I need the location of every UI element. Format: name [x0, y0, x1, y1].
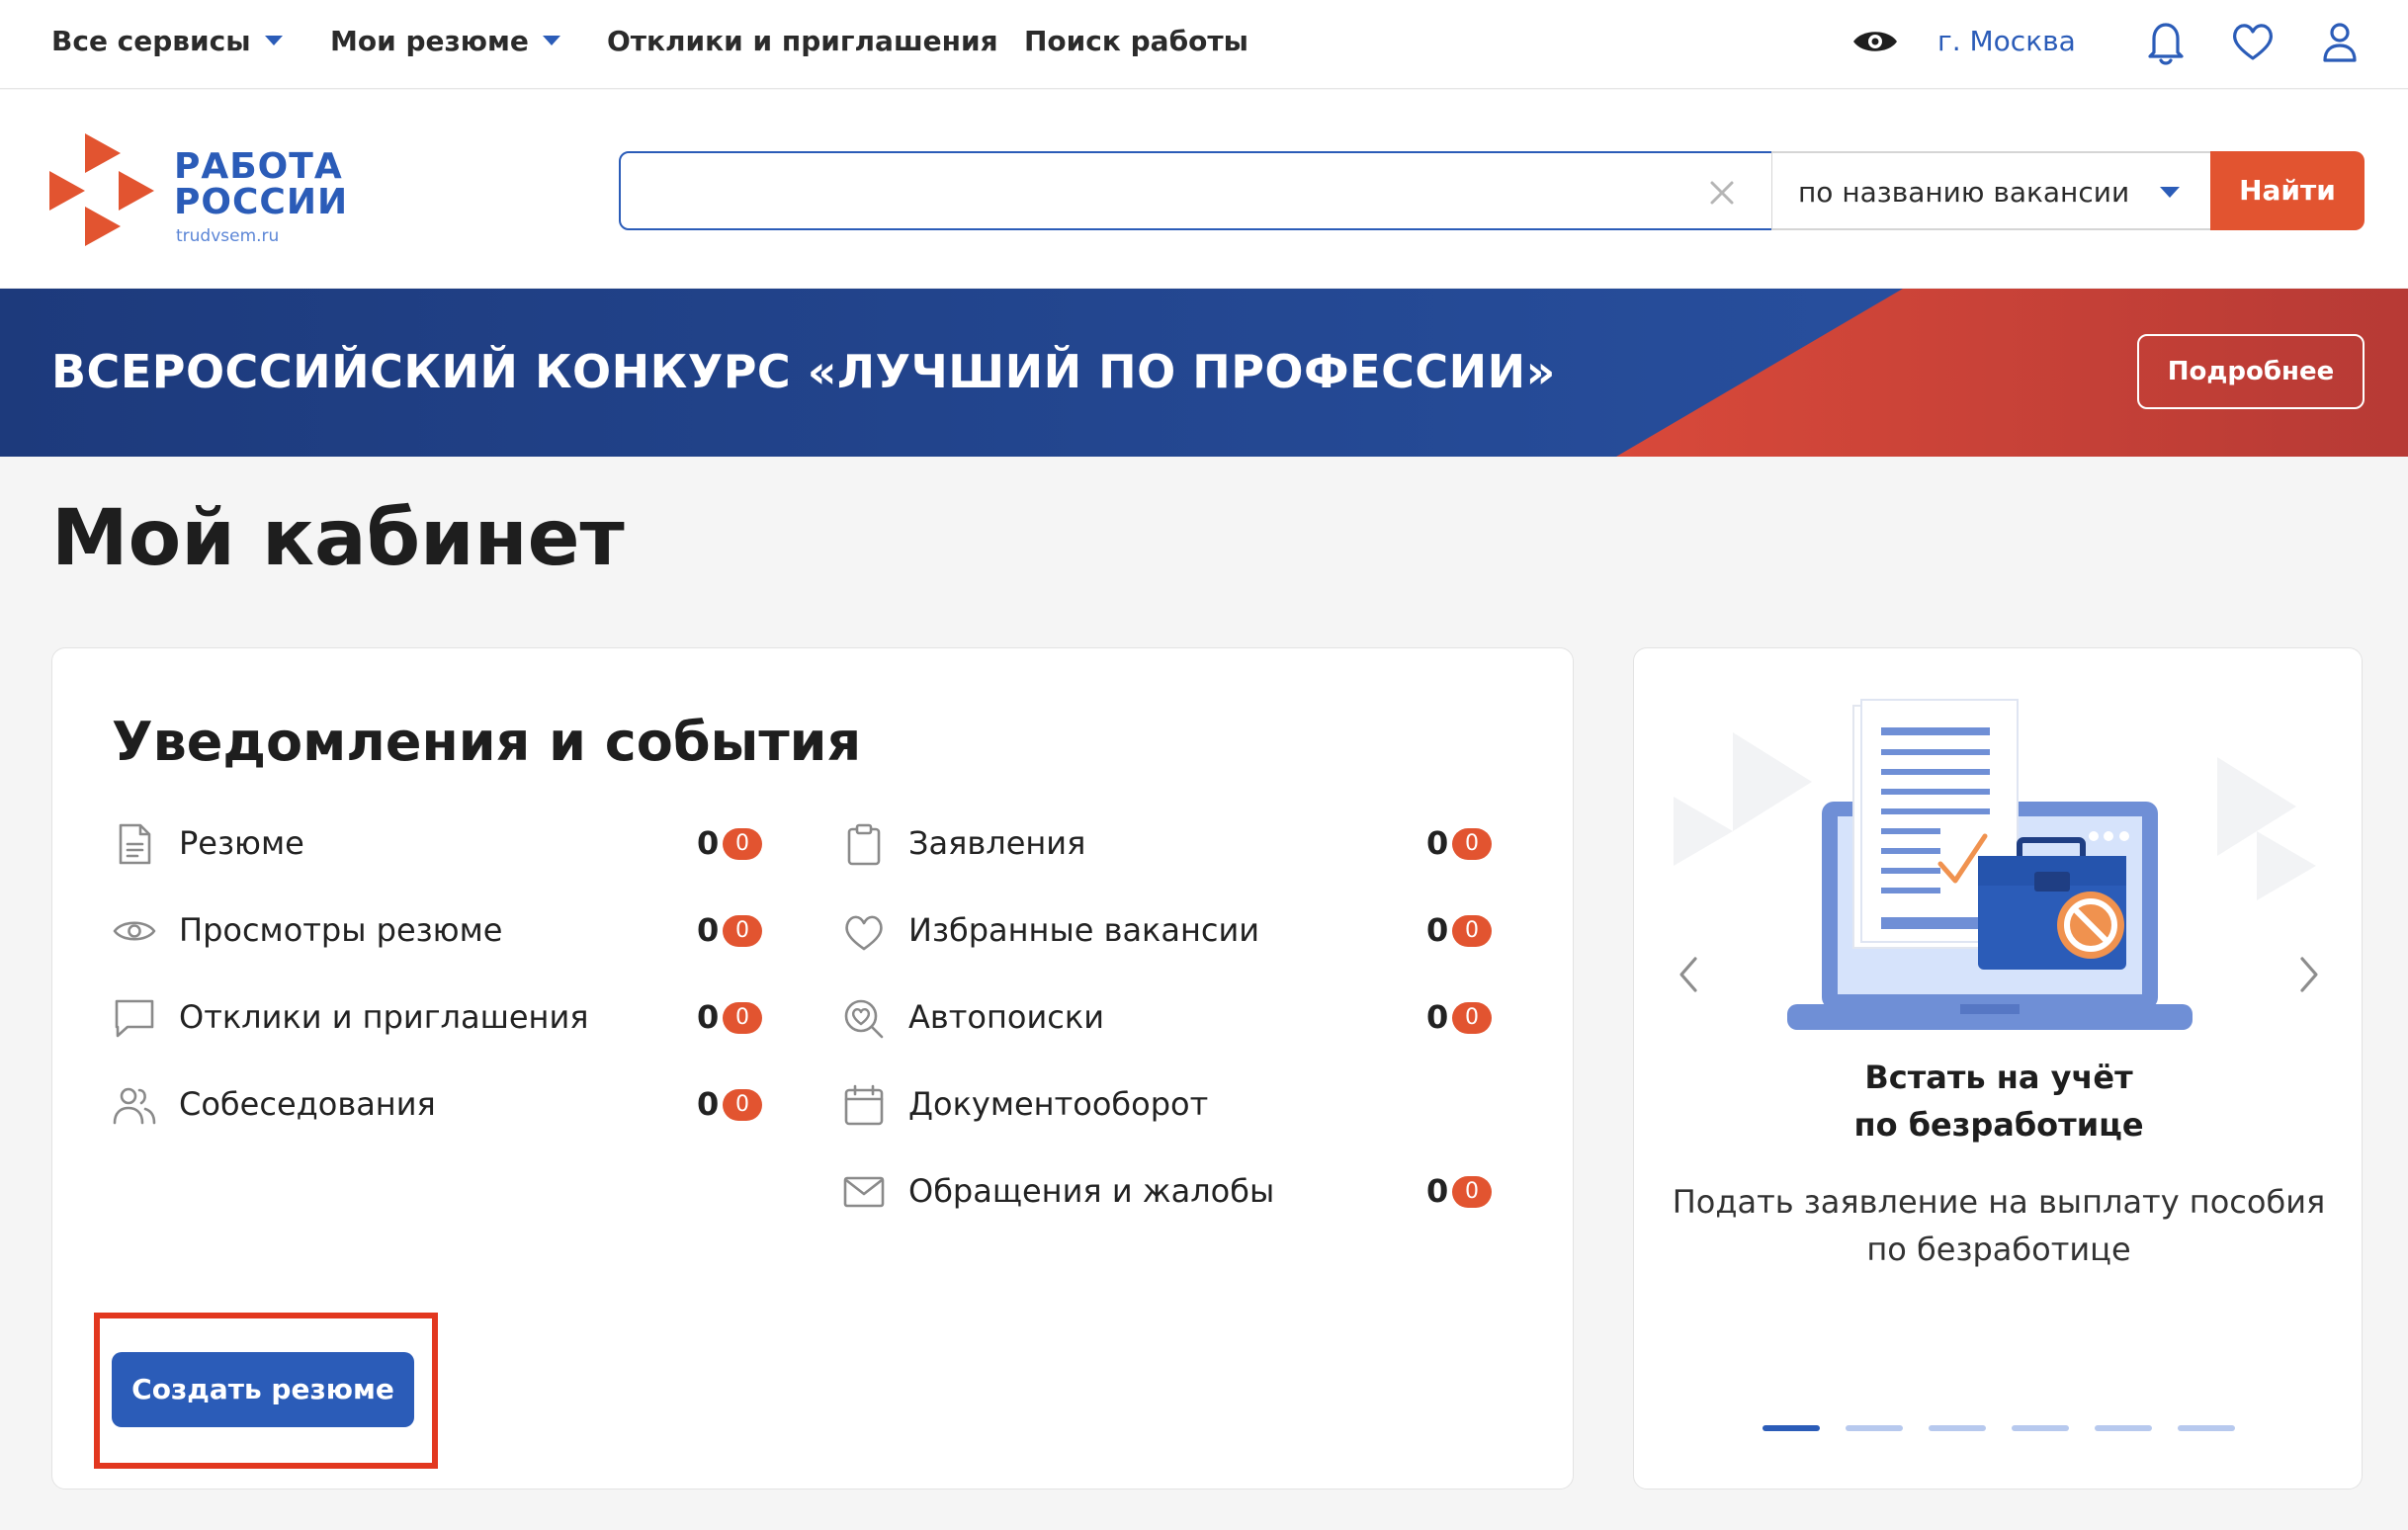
notification-badge: 0 [723, 1089, 762, 1121]
logo-line1: РАБОТА [174, 146, 343, 187]
laptop-illustration [1674, 699, 2316, 1030]
notification-badge: 0 [1452, 1002, 1492, 1034]
promo-title[interactable]: Встать на учёт по безработице [1634, 1054, 2364, 1148]
logo-icon[interactable] [49, 133, 158, 246]
notification-item-favorite-vacancies[interactable]: Избранные вакансии 0 0 [841, 905, 1504, 955]
carousel-indicators [1763, 1425, 2237, 1435]
notification-item-applications[interactable]: Заявления 0 0 [841, 818, 1504, 868]
carousel-dot[interactable] [1763, 1425, 1820, 1431]
promo-carousel-card: Встать на учёт по безработице Подать зая… [1633, 647, 2363, 1489]
notification-count: 0 [1426, 1172, 1449, 1210]
notification-badge: 0 [1452, 1176, 1492, 1208]
notifications-card: Уведомления и события Резюме 0 0 Просмот… [51, 647, 1574, 1489]
chevron-right-icon[interactable] [2290, 945, 2330, 1004]
heart-search-icon [844, 999, 884, 1039]
search-input[interactable] [641, 163, 1678, 218]
eye-icon [113, 921, 156, 941]
notification-label: Документооборот [908, 1085, 1209, 1123]
chevron-down-icon [264, 36, 283, 45]
nav-my-resumes[interactable]: Мои резюме [330, 22, 560, 61]
notification-badge: 0 [723, 915, 762, 947]
notification-item-resume-views[interactable]: Просмотры резюме 0 0 [112, 905, 774, 955]
nav-my-resumes-label: Мои резюме [330, 25, 529, 57]
notification-item-document-flow[interactable]: Документооборот [841, 1079, 1504, 1129]
top-navigation: Все сервисы Мои резюме Отклики и приглаш… [0, 0, 2408, 89]
close-icon[interactable] [1706, 177, 1738, 209]
clipboard-icon [847, 823, 881, 866]
notification-label: Избранные вакансии [908, 911, 1260, 949]
search-mode-label: по названию вакансии [1798, 176, 2130, 209]
notification-count: 0 [697, 911, 720, 949]
carousel-dot[interactable] [1929, 1425, 1986, 1431]
search-box [619, 151, 1773, 230]
notification-count: 0 [697, 1085, 720, 1123]
nav-responses[interactable]: Отклики и приглашения [607, 22, 998, 61]
notification-badge: 0 [1452, 828, 1492, 860]
heart-icon [845, 915, 883, 951]
notifications-title: Уведомления и события [112, 711, 862, 773]
notification-label: Заявления [908, 824, 1086, 862]
notification-item-resume[interactable]: Резюме 0 0 [112, 818, 774, 868]
notification-badge: 0 [1452, 915, 1492, 947]
notification-item-responses[interactable]: Отклики и приглашения 0 0 [112, 992, 774, 1042]
carousel-dot[interactable] [1846, 1425, 1903, 1431]
banner-title: ВСЕРОССИЙСКИЙ КОНКУРС «ЛУЧШИЙ ПО ПРОФЕСС… [51, 345, 1556, 398]
promo-subtitle-line2: по безработице [1866, 1231, 2131, 1268]
promo-subtitle-line1: Подать заявление на выплату пособия [1672, 1183, 2326, 1221]
document-icon [119, 823, 151, 865]
promo-banner[interactable]: ВСЕРОССИЙСКИЙ КОНКУРС «ЛУЧШИЙ ПО ПРОФЕСС… [0, 289, 2408, 457]
heart-icon[interactable] [2226, 15, 2279, 68]
search-mode-select[interactable]: по названию вакансии [1771, 151, 2212, 230]
notification-count: 0 [697, 824, 720, 862]
envelope-icon [843, 1176, 885, 1208]
notification-label: Отклики и приглашения [179, 998, 589, 1036]
chevron-down-icon [542, 36, 560, 45]
carousel-dot[interactable] [2095, 1425, 2152, 1431]
notification-item-autosearch[interactable]: Автопоиски 0 0 [841, 992, 1504, 1042]
notification-label: Собеседования [179, 1085, 436, 1123]
notification-item-complaints[interactable]: Обращения и жалобы 0 0 [841, 1166, 1504, 1216]
notification-item-interviews[interactable]: Собеседования 0 0 [112, 1079, 774, 1129]
logo-line2: РОССИИ [174, 182, 349, 222]
city-selector[interactable]: г. Москва [1937, 22, 2076, 61]
logo-url: trudvsem.ru [176, 226, 280, 246]
notification-count: 0 [1426, 911, 1449, 949]
notification-label: Просмотры резюме [179, 911, 503, 949]
site-header: РАБОТА РОССИИ trudvsem.ru по названию ва… [0, 90, 2408, 288]
user-icon[interactable] [2313, 15, 2366, 68]
chevron-down-icon [2160, 187, 2180, 198]
bell-icon[interactable] [2139, 15, 2193, 68]
search-button[interactable]: Найти [2210, 151, 2365, 230]
banner-more-button[interactable]: Подробнее [2137, 334, 2365, 409]
notification-count: 0 [1426, 824, 1449, 862]
notification-label: Автопоиски [908, 998, 1104, 1036]
people-icon [113, 1087, 156, 1125]
notification-label: Резюме [179, 824, 304, 862]
calendar-icon [844, 1084, 884, 1126]
eye-icon[interactable] [1849, 15, 1902, 68]
notification-badge: 0 [723, 828, 762, 860]
nav-all-services-label: Все сервисы [51, 25, 251, 57]
carousel-dot[interactable] [2012, 1425, 2069, 1431]
carousel-dot[interactable] [2178, 1425, 2235, 1431]
page-title: Мой кабинет [51, 494, 625, 583]
promo-title-line1: Встать на учёт [1864, 1059, 2133, 1096]
create-resume-button[interactable]: Создать резюме [112, 1352, 414, 1427]
chevron-left-icon[interactable] [1668, 945, 1707, 1004]
nav-all-services[interactable]: Все сервисы [51, 22, 283, 61]
notification-label: Обращения и жалобы [908, 1172, 1275, 1210]
notification-count: 0 [697, 998, 720, 1036]
notification-count: 0 [1426, 998, 1449, 1036]
nav-job-search[interactable]: Поиск работы [1024, 22, 1248, 61]
notification-badge: 0 [723, 1002, 762, 1034]
promo-title-line2: по безработице [1853, 1106, 2144, 1144]
chat-icon [115, 999, 154, 1038]
promo-subtitle: Подать заявление на выплату пособия по б… [1664, 1178, 2334, 1273]
